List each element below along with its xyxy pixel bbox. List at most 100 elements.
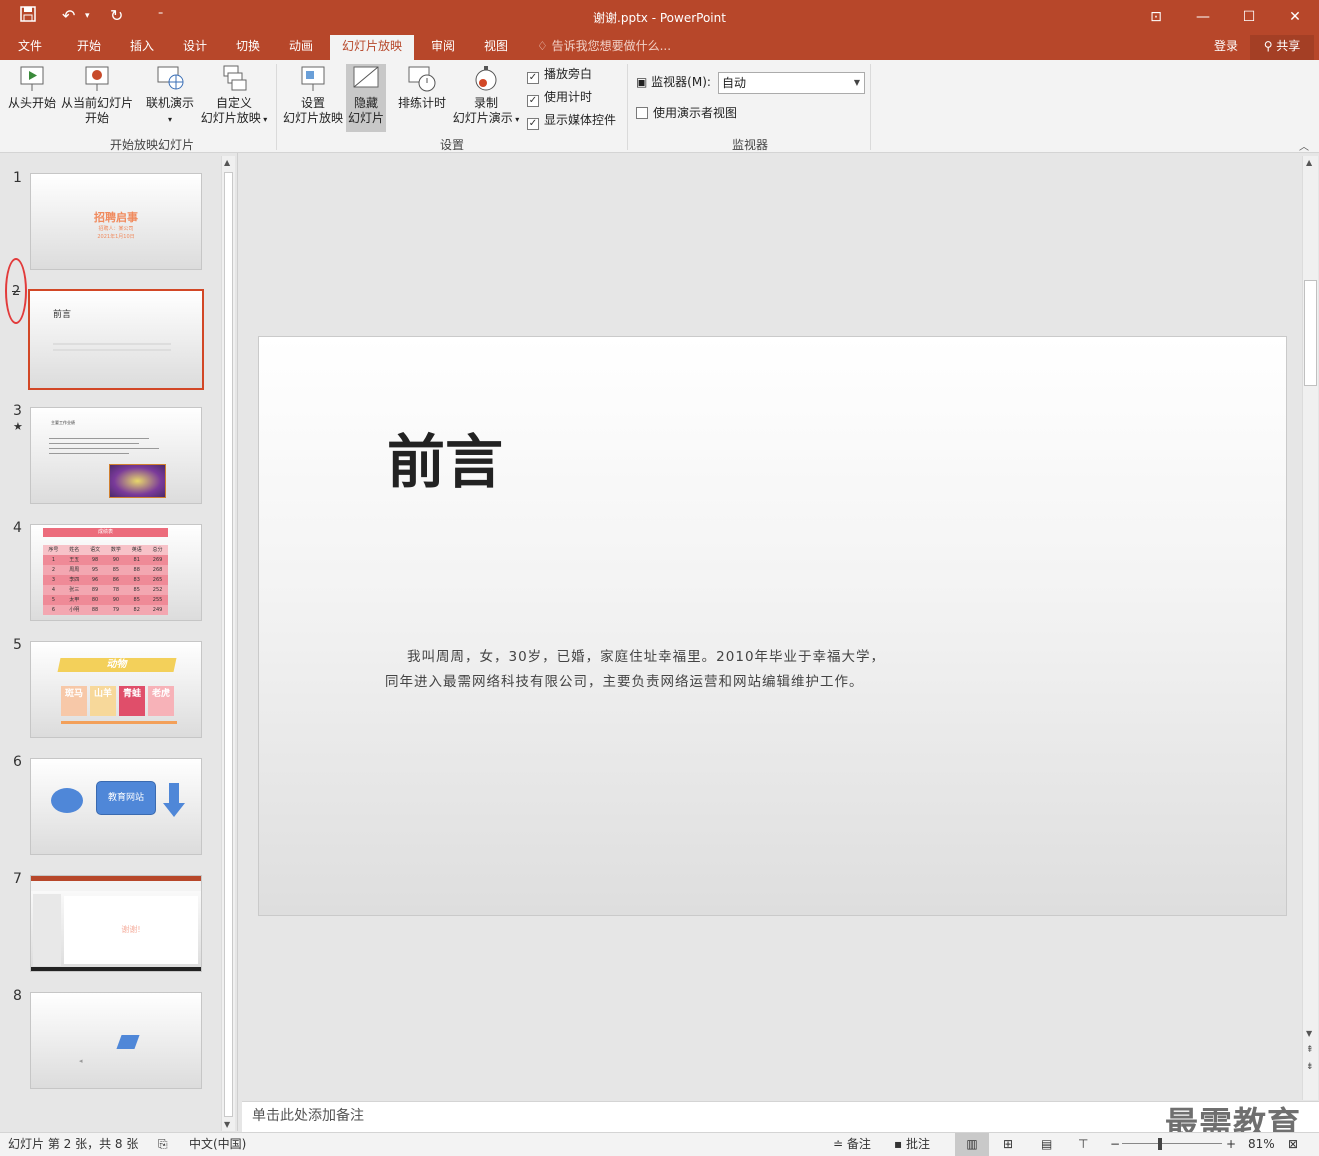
zoom-out-icon[interactable]: −	[1110, 1133, 1120, 1155]
tab-file[interactable]: 文件	[18, 35, 42, 60]
thumb-date: 2021年1月10日	[97, 234, 135, 240]
table-cell: 79	[112, 607, 120, 613]
zoom-slider[interactable]	[1122, 1143, 1222, 1144]
custom-show-button[interactable]: 自定义 幻灯片放映 ▾	[198, 64, 270, 127]
language-status[interactable]: 中文(中国)	[189, 1133, 246, 1155]
slide-body[interactable]: 我叫周周，女，30岁，已婚，家庭住址幸福里。2010年毕业于幸福大学， 同年进入…	[385, 645, 985, 695]
previous-slide-icon[interactable]: ⇞	[1306, 1045, 1314, 1055]
reading-view-icon[interactable]: ▤	[1041, 1133, 1052, 1155]
table-row: 1 王五 98 90 81 269	[43, 555, 168, 565]
tab-home[interactable]: 开始	[77, 35, 101, 60]
thumb-rounded-box: 教育网站	[96, 781, 156, 815]
current-slide[interactable]: 前言 我叫周周，女，30岁，已婚，家庭住址幸福里。2010年毕业于幸福大学， 同…	[258, 336, 1287, 916]
table-cell: 88	[133, 567, 140, 573]
mini-thumbpanel	[33, 894, 61, 966]
slide-sorter-icon[interactable]: ⊞	[1003, 1133, 1013, 1155]
slide-thumbnail-3[interactable]: 主要工作业绩	[30, 407, 202, 504]
slide-body-line-1: 我叫周周，女，30岁，已婚，家庭住址幸福里。2010年毕业于幸福大学，	[407, 649, 886, 665]
monitor-label: ▣ 监视器(M):	[636, 74, 711, 90]
collapse-ribbon-icon[interactable]: ︿	[1299, 138, 1309, 153]
share-button[interactable]: ⚲ 共享	[1250, 35, 1314, 60]
editor-scrollbar[interactable]: ▲ ▼ ⇞ ⇟	[1302, 156, 1318, 1100]
next-slide-icon[interactable]: ⇟	[1306, 1062, 1314, 1072]
setup-label-1: 设置	[300, 96, 325, 110]
slide-thumbnail-8[interactable]: ◂	[30, 992, 202, 1089]
slide-thumbnail-1[interactable]: 招聘启事 招聘人：某公司 2021年1月10日	[30, 173, 202, 270]
setup-slideshow-button[interactable]: 设置 幻灯片放映	[282, 64, 344, 126]
rehearse-timings-button[interactable]: 排练计时	[396, 64, 448, 111]
table-cell: 5	[51, 597, 55, 603]
share-label: 共享	[1276, 39, 1301, 53]
table-cell: 78	[112, 587, 120, 593]
animal-cards: 斑马 山羊 青蛙 老虎	[61, 686, 177, 716]
login-link[interactable]: 登录	[1214, 35, 1238, 57]
slide-thumbnail-4[interactable]: 成绩表 序号 姓名 语文 数学 英语 总分 1 王五 98 90 81 269 2 周周 95 85 88 268…	[30, 524, 202, 621]
scroll-up-icon[interactable]: ▲	[1306, 158, 1312, 167]
table-cell: 81	[133, 557, 140, 563]
thumb-title: 动物	[57, 658, 177, 672]
tab-view[interactable]: 视图	[484, 35, 508, 60]
thumb-title: 招聘启事	[94, 211, 138, 224]
use-timings-checkbox[interactable]: ✓ 使用计时	[527, 89, 592, 107]
notes-toggle[interactable]: ≐ 备注	[833, 1133, 871, 1155]
present-online-button[interactable]: 联机演示 ▾	[143, 64, 197, 127]
from-start-button[interactable]: 从头开始	[6, 64, 58, 111]
monitor-select-value: 自动	[722, 76, 747, 90]
tab-design[interactable]: 设计	[183, 35, 207, 60]
tab-transitions[interactable]: 切换	[236, 35, 260, 60]
thumbnail-scrollbar[interactable]: ▲ ▼	[221, 156, 235, 1131]
hide-slide-button[interactable]: 隐藏 幻灯片	[346, 64, 386, 132]
record-slideshow-button[interactable]: 录制 幻灯片演示 ▾	[450, 64, 522, 127]
slide-thumbnail-5[interactable]: 动物 斑马 山羊 青蛙 老虎	[30, 641, 202, 738]
zoom-level[interactable]: 81%	[1248, 1133, 1275, 1155]
monitor-select[interactable]: 自动 ▼	[718, 72, 865, 94]
tell-me-text: 告诉我您想要做什么...	[551, 39, 672, 53]
slide-thumbnail-6[interactable]: 教育网站	[30, 758, 202, 855]
custom-show-label-2: 幻灯片放映	[200, 111, 261, 125]
minimize-button[interactable]: —	[1188, 5, 1218, 29]
tab-review[interactable]: 审阅	[431, 35, 455, 60]
animal-card: 山羊	[90, 686, 116, 716]
scroll-thumb[interactable]	[224, 172, 233, 1117]
slide-title[interactable]: 前言	[387, 415, 503, 499]
zoom-in-icon[interactable]: +	[1226, 1133, 1236, 1155]
monitor-label-text: 监视器(M):	[651, 75, 711, 89]
tab-animations[interactable]: 动画	[289, 35, 313, 60]
tab-insert[interactable]: 插入	[130, 35, 154, 60]
thumb-text-line	[49, 453, 129, 454]
normal-view-icon[interactable]: ▥	[955, 1133, 989, 1156]
comments-toggle[interactable]: ▪ 批注	[894, 1133, 930, 1155]
tell-me-input[interactable]: ♢ 告诉我您想要做什么...	[537, 35, 671, 57]
slideshow-view-icon[interactable]: ⊤	[1078, 1133, 1088, 1155]
zoom-slider-handle[interactable]	[1158, 1138, 1162, 1150]
fit-slide-icon[interactable]: ⊠	[1288, 1133, 1298, 1155]
slide-thumbnail-2[interactable]: 前言	[28, 289, 204, 390]
tab-slideshow[interactable]: 幻灯片放映	[330, 35, 415, 60]
close-button[interactable]: ✕	[1280, 5, 1310, 29]
ribbon-display-icon[interactable]: ⊡	[1141, 5, 1171, 29]
checkmark-icon: ✓	[527, 72, 539, 84]
show-media-controls-checkbox[interactable]: ✓ 显示媒体控件	[527, 112, 616, 130]
from-current-label-1: 从当前幻灯片	[60, 96, 133, 110]
table-cell: 英语	[131, 547, 142, 553]
record-icon	[470, 64, 502, 94]
present-online-label: 联机演示	[145, 96, 194, 110]
notes-placeholder: 单击此处添加备注	[252, 1108, 364, 1124]
slide-thumbnail-panel: 1 招聘启事 招聘人：某公司 2021年1月10日 2 前言 3 ★ 主要工作业…	[0, 153, 238, 1131]
slide-number: 6	[13, 754, 22, 770]
presenter-view-checkbox[interactable]: 使用演示者视图	[636, 105, 737, 121]
table-cell: 268	[152, 567, 163, 573]
slide-thumbnail-7[interactable]: 谢谢!	[30, 875, 202, 972]
maximize-button[interactable]: ☐	[1234, 5, 1264, 29]
scroll-up-icon[interactable]: ▲	[224, 158, 230, 167]
group-separator	[870, 64, 871, 150]
scroll-down-icon[interactable]: ▼	[1306, 1029, 1312, 1038]
spellcheck-icon[interactable]: ⎘	[158, 1133, 168, 1155]
animal-card: 老虎	[148, 686, 174, 716]
from-current-button[interactable]: 从当前幻灯片 开始	[60, 64, 134, 126]
scroll-thumb[interactable]	[1304, 280, 1317, 386]
group-separator	[627, 64, 628, 150]
play-narrations-checkbox[interactable]: ✓ 播放旁白	[527, 66, 592, 84]
scroll-down-icon[interactable]: ▼	[224, 1120, 230, 1129]
notes-pane[interactable]: 单击此处添加备注	[242, 1101, 1319, 1132]
